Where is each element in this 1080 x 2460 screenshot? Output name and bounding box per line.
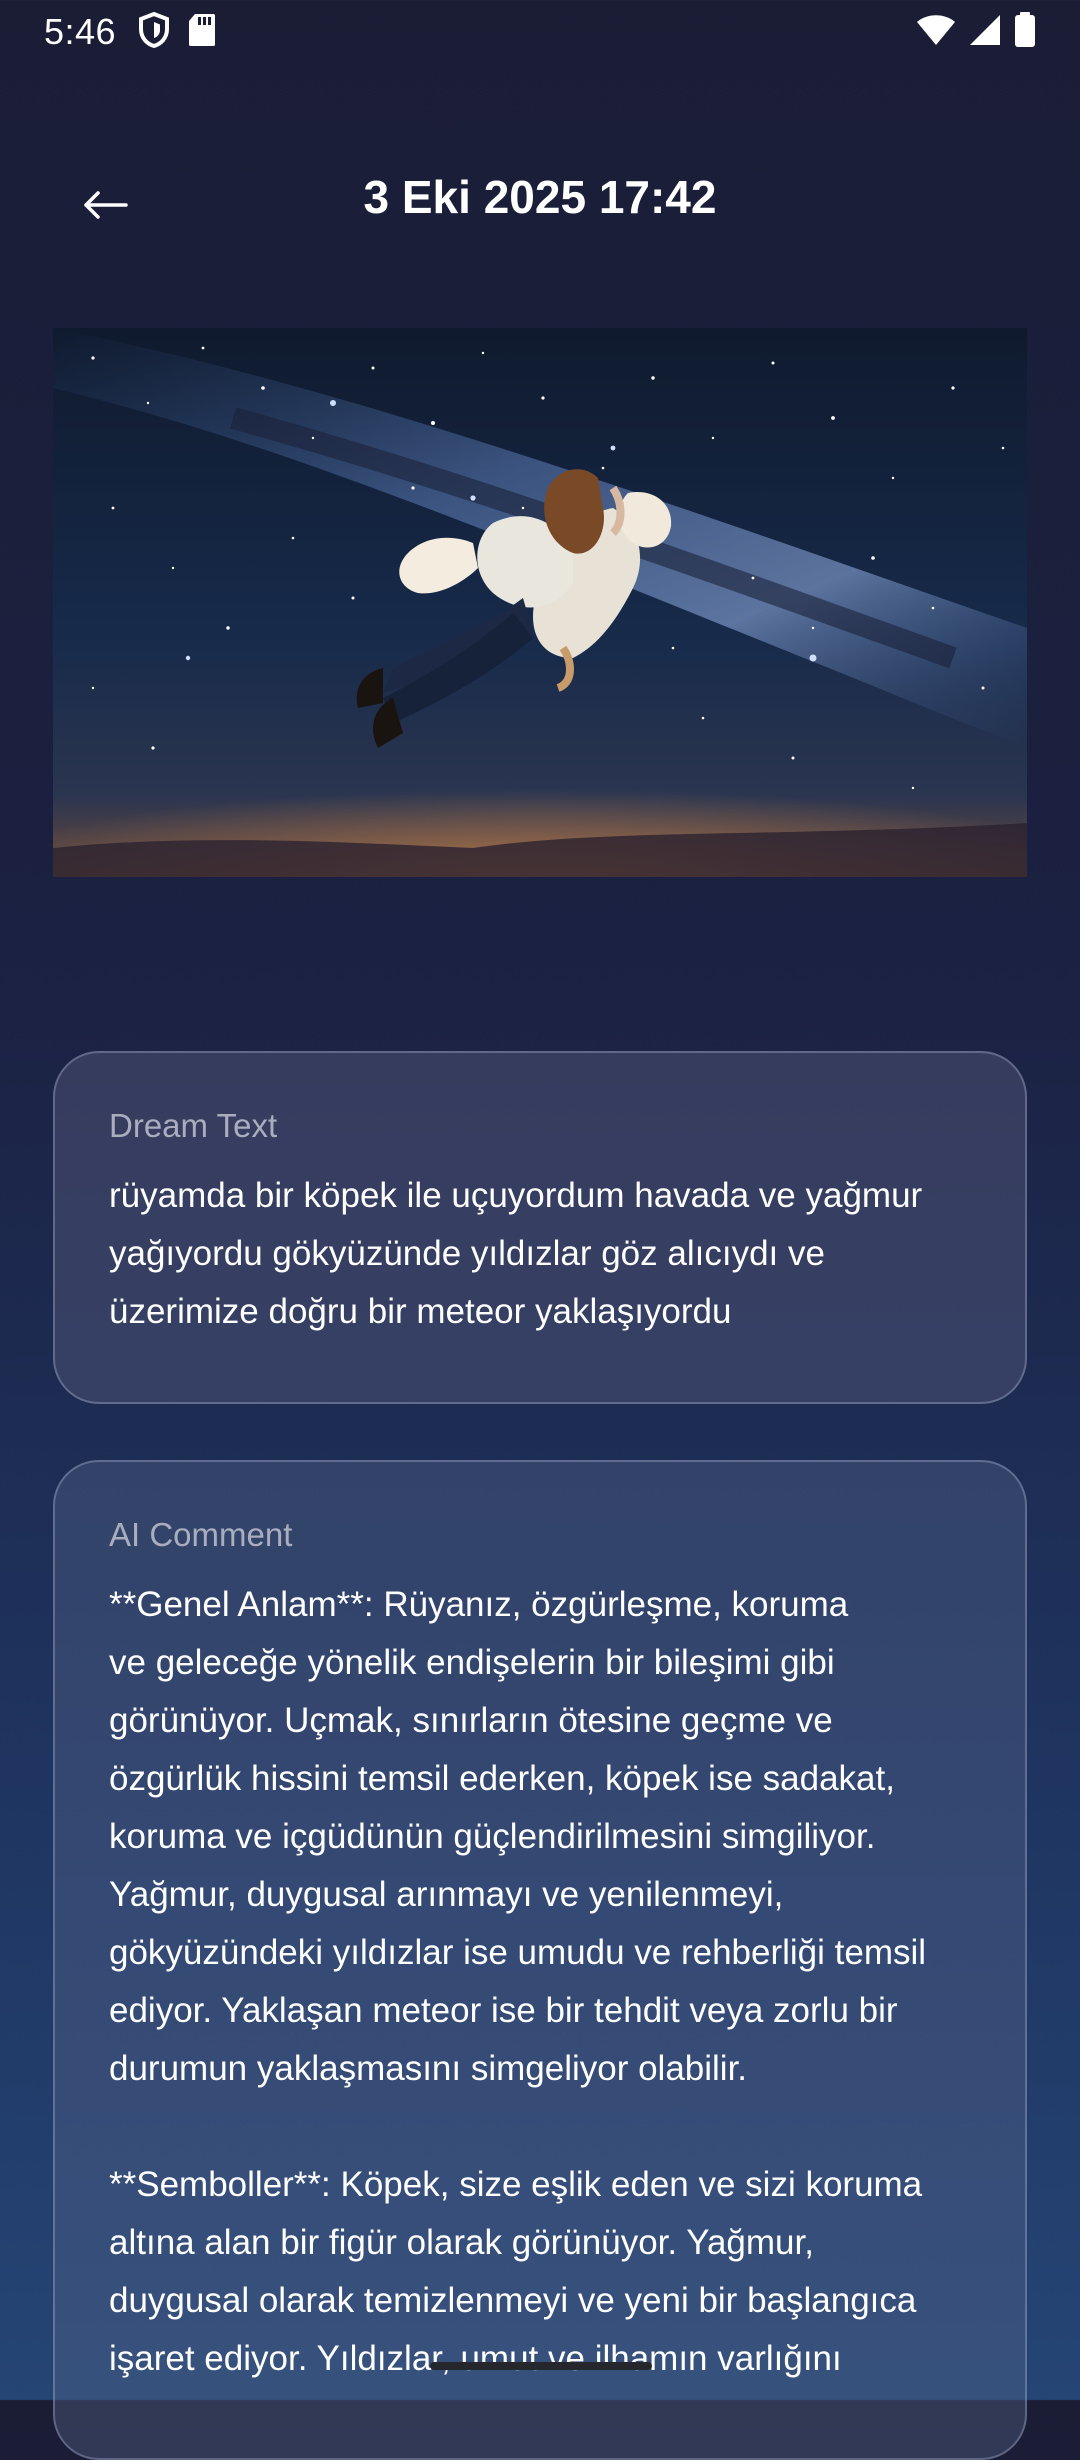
status-time: 5:46: [44, 11, 117, 52]
dream-image: [53, 328, 1027, 877]
dream-illustration-image: [53, 328, 1027, 877]
page-title: 3 Eki 2025 17:42: [363, 171, 717, 223]
sd-card-icon: [188, 13, 216, 52]
home-indicator[interactable]: [430, 2362, 652, 2370]
status-right-icons: [916, 11, 1036, 53]
ai-comment-card: AI Comment **Genel Anlam**: Rüyanız, özg…: [53, 1460, 1027, 2460]
shield-icon: [138, 11, 170, 53]
ai-comment-content: **Genel Anlam**: Rüyanız, özgürleşme, ko…: [109, 1585, 927, 2378]
dream-text-label: Dream Text: [109, 1107, 278, 1144]
ai-comment-label: AI Comment: [109, 1516, 293, 1553]
status-bar: 5:46: [0, 0, 1080, 64]
battery-icon: [1014, 11, 1036, 53]
status-left-icons: [138, 11, 216, 53]
wifi-icon: [916, 13, 956, 52]
signal-icon: [968, 13, 1002, 52]
dream-text-content: rüyamda bir köpek ile uçuyordum havada v…: [109, 1176, 923, 1331]
dream-text-card: Dream Text rüyamda bir köpek ile uçuyord…: [53, 1051, 1027, 1404]
header: 3 Eki 2025 17:42: [0, 150, 1080, 240]
